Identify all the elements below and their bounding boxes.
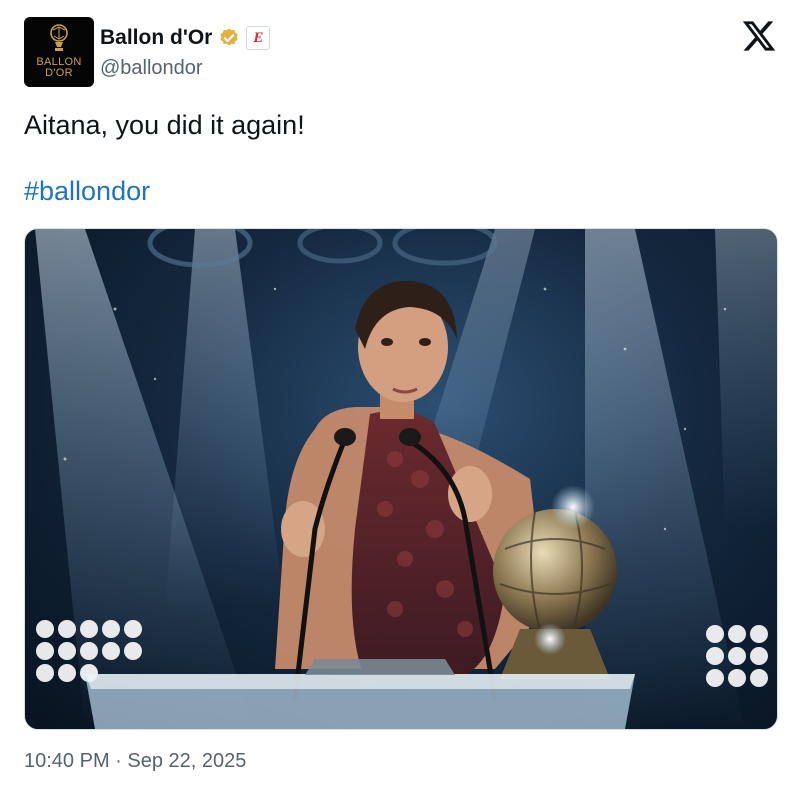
award-ceremony-photo bbox=[35, 229, 777, 729]
ballon-dor-logo-icon bbox=[50, 24, 68, 51]
tweet-date[interactable]: Sep 22, 2025 bbox=[127, 750, 246, 772]
affiliate-badge-letter: E bbox=[253, 29, 264, 46]
tweet-photo[interactable] bbox=[24, 228, 778, 730]
timestamp-separator: · bbox=[109, 750, 128, 772]
tweet-timestamp: 10:40 PM · Sep 22, 2025 bbox=[24, 750, 246, 773]
author-handle[interactable]: @ballondor bbox=[100, 57, 203, 80]
verified-gold-badge-icon bbox=[220, 28, 239, 46]
author-name-row: Ballon d'Or E bbox=[100, 24, 271, 52]
tweet-text: Aitana, you did it again! bbox=[24, 110, 305, 140]
display-name[interactable]: Ballon d'Or bbox=[100, 26, 212, 50]
tweet-card: BALLON D'OR Ballon d'Or E @ballondor Ait… bbox=[0, 0, 800, 794]
x-logo-icon[interactable] bbox=[741, 18, 777, 54]
tweet-time[interactable]: 10:40 PM bbox=[24, 750, 110, 772]
hashtag-link[interactable]: #ballondor bbox=[24, 176, 150, 207]
affiliate-badge[interactable]: E bbox=[246, 26, 271, 50]
avatar[interactable]: BALLON D'OR bbox=[24, 17, 94, 87]
avatar-brand-text: BALLON D'OR bbox=[36, 56, 82, 79]
